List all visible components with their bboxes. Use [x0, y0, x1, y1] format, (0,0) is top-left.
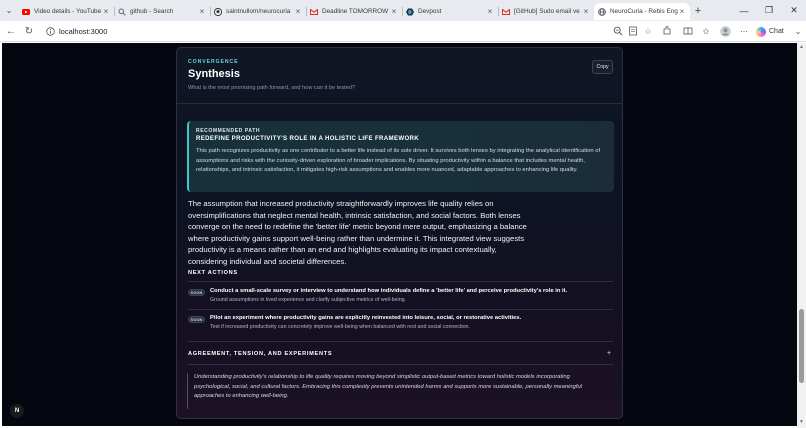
favorites-icon[interactable]: ✩	[700, 25, 712, 37]
tab-title: NeuroCuria - Rebis Engi	[610, 8, 678, 15]
tab-title: Devpost	[418, 8, 442, 15]
divider	[188, 281, 613, 282]
close-icon[interactable]: ×	[678, 7, 686, 16]
tab-title: saintnullom/neurocuria	[226, 8, 291, 15]
tab-neurocuria[interactable]: NeuroCuria - Rebis Engi ×	[594, 3, 690, 20]
extensions-icon[interactable]	[661, 25, 673, 37]
address-bar: ← ↻ localhost:3000 ☆ ✩ ⋯ Chat ⌄	[0, 21, 806, 42]
page-title: Synthesis	[188, 68, 240, 80]
tab-gmail-github[interactable]: [GitHub] Sudo email ve ×	[498, 3, 594, 20]
action-description: Ground assumptions in lived experience a…	[210, 297, 407, 303]
chat-label: Chat	[769, 28, 784, 35]
close-icon[interactable]: ×	[486, 7, 494, 16]
summary-text: The assumption that increased productivi…	[188, 199, 527, 266]
expand-plus-icon[interactable]: +	[607, 350, 611, 357]
page-subtitle: What is the most promising path forward,…	[188, 85, 355, 91]
tab-title: Video details - YouTube	[34, 8, 102, 15]
action-item: SOON Pilot an experiment where productiv…	[188, 313, 613, 337]
agreement-toggle[interactable]: AGREEMENT, TENSION, AND EXPERIMENTS	[188, 351, 332, 357]
window-close-icon[interactable]: ✕	[782, 0, 806, 21]
close-icon[interactable]: ×	[390, 7, 398, 16]
chevron-down-icon[interactable]: ⌄	[792, 25, 804, 37]
close-icon[interactable]: ×	[102, 7, 110, 16]
favorite-star-icon[interactable]: ☆	[642, 25, 654, 37]
tab-title: Deadline TOMORROW	[322, 8, 389, 15]
close-icon[interactable]: ×	[294, 7, 302, 16]
svg-text:D: D	[408, 9, 411, 14]
gmail-icon	[502, 8, 510, 16]
devpost-icon: D	[406, 8, 414, 16]
close-icon[interactable]: ×	[198, 7, 206, 16]
tab-title: [GitHub] Sudo email ve	[514, 8, 580, 15]
divider	[188, 364, 613, 365]
tab-gmail-deadline[interactable]: Deadline TOMORROW ×	[306, 3, 402, 20]
recommended-text: This path recognizes productivity as one…	[196, 148, 601, 174]
scroll-up-icon[interactable]: ▲	[799, 45, 804, 50]
synthesis-card: CONVERGENCE Synthesis What is the most p…	[176, 47, 623, 419]
recommended-eyebrow: RECOMMENDED PATH	[196, 128, 261, 134]
action-description: Test if increased productivity can concr…	[210, 324, 470, 330]
recommended-path-box: RECOMMENDED PATH REDEFINE PRODUCTIVITY'S…	[187, 121, 614, 192]
url-field[interactable]: localhost:3000	[40, 24, 666, 39]
action-title: Conduct a small-scale survey or intervie…	[210, 288, 568, 294]
agreement-quote: Understanding productivity's relationshi…	[187, 373, 607, 409]
divider	[177, 103, 622, 104]
back-icon[interactable]: ←	[4, 24, 18, 38]
section-eyebrow: CONVERGENCE	[188, 59, 239, 65]
action-item: SOON Conduct a small-scale survey or int…	[188, 286, 613, 310]
url-text: localhost:3000	[59, 27, 108, 36]
page-scrollbar[interactable]: ▲ ▼	[797, 43, 806, 428]
tab-github-search[interactable]: github - Search ×	[114, 3, 210, 20]
next-actions-heading: NEXT ACTIONS	[188, 270, 238, 276]
recommended-title: REDEFINE PRODUCTIVITY'S ROLE IN A HOLIST…	[196, 135, 420, 142]
site-info-icon[interactable]	[43, 25, 57, 39]
more-options-icon[interactable]: ⋯	[738, 25, 750, 37]
search-icon	[118, 8, 126, 16]
copilot-icon	[756, 26, 766, 37]
youtube-icon	[22, 8, 30, 16]
reader-view-icon[interactable]	[627, 25, 639, 37]
close-icon[interactable]: ×	[582, 7, 590, 16]
tab-title: github - Search	[130, 8, 174, 15]
divider	[188, 341, 613, 342]
split-screen-icon[interactable]	[682, 25, 694, 37]
scroll-thumb[interactable]	[799, 309, 804, 383]
nextjs-dev-indicator[interactable]: N	[10, 404, 24, 418]
gmail-icon	[310, 8, 318, 16]
scroll-down-icon[interactable]: ▼	[799, 420, 804, 425]
tab-strip: ⌄ Video details - YouTube × github - Sea…	[0, 0, 806, 21]
github-icon	[214, 7, 222, 16]
reload-icon[interactable]: ↻	[22, 24, 36, 38]
tab-devpost[interactable]: D Devpost ×	[402, 3, 498, 20]
chat-button[interactable]: Chat	[756, 24, 784, 39]
minimize-icon[interactable]: —	[732, 0, 756, 21]
new-tab-button[interactable]: +	[690, 5, 706, 17]
divider	[188, 309, 613, 310]
status-badge: SOON	[188, 316, 205, 323]
restore-icon[interactable]: ❐	[757, 0, 781, 21]
profile-avatar[interactable]	[719, 25, 731, 37]
page-viewport: CONVERGENCE Synthesis What is the most p…	[2, 43, 797, 426]
action-title: Pilot an experiment where productivity g…	[210, 315, 522, 321]
zoom-icon[interactable]	[612, 25, 624, 37]
status-badge: SOON	[188, 289, 205, 296]
tab-github-repo[interactable]: saintnullom/neurocuria ×	[210, 3, 306, 20]
globe-icon	[598, 7, 606, 16]
tab-search-chevron-icon[interactable]: ⌄	[0, 0, 18, 21]
copy-button[interactable]: Copy	[592, 60, 613, 74]
tab-youtube[interactable]: Video details - YouTube ×	[18, 3, 114, 20]
